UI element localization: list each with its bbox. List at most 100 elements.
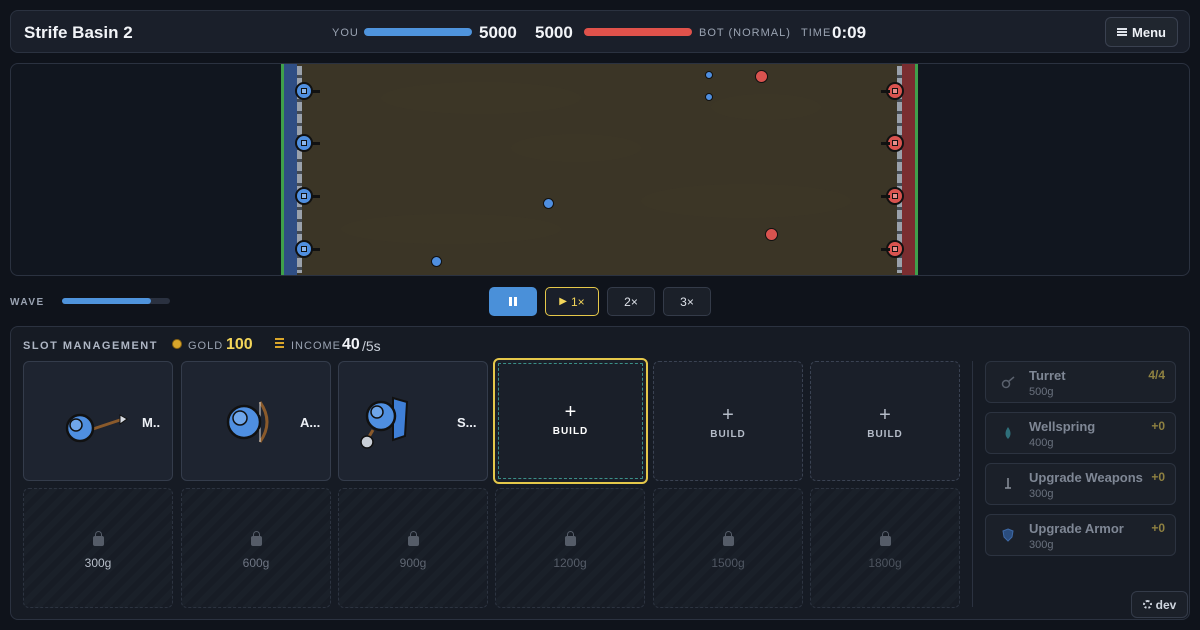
unit-slot-name: A... <box>300 415 321 430</box>
income-coins-icon <box>275 338 284 350</box>
income-unit: /5s <box>362 338 381 354</box>
build-slot[interactable]: + BUILD <box>653 361 803 481</box>
locked-slot[interactable]: 300g <box>23 488 173 608</box>
player-unit <box>431 256 442 267</box>
unlock-price: 1200g <box>553 556 587 570</box>
bot-health-bar <box>584 28 692 36</box>
upgrade-name: Upgrade Armor <box>1029 521 1124 536</box>
unit-slot-spear[interactable]: M.. <box>23 361 173 481</box>
unlock-price: 1800g <box>868 556 902 570</box>
upgrade-turret[interactable]: Turret 500g 4/4 <box>985 361 1176 403</box>
bot-turret <box>881 134 904 152</box>
speed-2x-button[interactable]: 2× <box>607 287 655 316</box>
pause-button[interactable] <box>489 287 537 316</box>
build-slot[interactable]: + BUILD <box>810 361 960 481</box>
player-unit <box>543 198 554 209</box>
you-label: YOU <box>332 27 359 39</box>
water-drop-icon <box>1005 427 1011 439</box>
unit-slot-archer[interactable]: A... <box>181 361 331 481</box>
lock-icon <box>565 531 576 546</box>
build-slot-selected[interactable]: + BUILD <box>493 358 648 484</box>
lock-icon <box>723 531 734 546</box>
battlefield[interactable] <box>281 64 918 275</box>
speed-1x-label: 1× <box>571 294 585 309</box>
upgrade-cost: 300g <box>1029 488 1054 500</box>
dev-button[interactable]: dev <box>1131 591 1188 618</box>
plus-icon: + <box>879 404 891 426</box>
shield-mace-unit-icon <box>360 396 409 449</box>
bot-hp-value: 5000 <box>535 23 573 42</box>
locked-slot[interactable]: 1800g <box>810 488 960 608</box>
speed-1x-button[interactable]: ▶ 1× <box>545 287 599 316</box>
player-turret <box>295 82 320 100</box>
income-label: INCOME <box>291 340 341 352</box>
bot-turret <box>881 240 904 258</box>
you-health-bar <box>364 28 472 36</box>
locked-slot[interactable]: 1200g <box>495 488 645 608</box>
player-unit <box>705 93 713 101</box>
plus-icon: + <box>722 404 734 426</box>
unlock-price: 900g <box>399 556 427 570</box>
upgrade-name: Wellspring <box>1029 419 1096 434</box>
upgrade-badge: +0 <box>1151 419 1165 433</box>
upgrade-wellspring[interactable]: Wellspring 400g +0 <box>985 412 1176 454</box>
slot-management-title: SLOT MANAGEMENT <box>23 340 158 352</box>
unit-slot-shield[interactable]: S... <box>338 361 488 481</box>
locked-slot[interactable]: 600g <box>181 488 331 608</box>
unit-slot-name: M.. <box>142 415 161 430</box>
upgrade-weapons[interactable]: Upgrade Weapons 300g +0 <box>985 463 1176 505</box>
upgrade-badge: 4/4 <box>1148 368 1165 382</box>
unit-slot-name: S... <box>457 415 477 430</box>
sword-icon <box>1005 478 1011 489</box>
wave-progress-fill <box>62 298 151 304</box>
upgrade-cost: 500g <box>1029 386 1054 398</box>
speed-3x-button[interactable]: 3× <box>663 287 711 316</box>
plus-icon: + <box>564 401 577 423</box>
time-value: 0:09 <box>832 23 867 42</box>
upgrade-cost: 400g <box>1029 437 1054 449</box>
build-label: BUILD <box>552 426 589 437</box>
lock-icon <box>251 531 262 546</box>
upgrade-cost: 300g <box>1029 539 1054 551</box>
player-turret <box>295 134 320 152</box>
unlock-price: 300g <box>84 556 112 570</box>
dev-label: dev <box>1155 597 1177 612</box>
bot-turret <box>881 187 904 205</box>
spear-unit-icon <box>65 413 128 443</box>
turret-icon <box>1001 376 1015 389</box>
play-icon: ▶ <box>559 296 567 307</box>
top-bar: Strife Basin 2 YOU 5000 5000 BOT (NORMAL… <box>10 10 1190 53</box>
build-label: BUILD <box>867 429 903 440</box>
wave-label: WAVE <box>10 297 45 308</box>
upgrade-badge: +0 <box>1151 470 1165 484</box>
hamburger-icon <box>1117 28 1128 36</box>
gold-coin-icon <box>172 339 182 349</box>
bot-wall <box>902 64 918 275</box>
player-turret <box>295 240 320 258</box>
archer-unit-icon <box>226 401 269 443</box>
gold-label: GOLD <box>188 340 224 352</box>
pause-icon <box>509 297 517 306</box>
lock-icon <box>880 531 891 546</box>
locked-slot[interactable]: 1500g <box>653 488 803 608</box>
unlock-price: 1500g <box>711 556 745 570</box>
you-hp-value: 5000 <box>479 23 517 42</box>
panel-divider <box>972 361 973 607</box>
player-wall <box>281 64 297 275</box>
time-label: TIME <box>801 27 832 39</box>
gold-value: 100 <box>226 336 253 353</box>
bot-turret <box>881 82 904 100</box>
menu-button[interactable]: Menu <box>1105 17 1178 47</box>
income-value: 40 <box>342 336 360 353</box>
lock-icon <box>408 531 419 546</box>
shield-icon <box>1002 528 1014 542</box>
bot-unit <box>765 228 778 241</box>
gear-icon <box>1142 600 1152 609</box>
upgrade-badge: +0 <box>1151 521 1165 535</box>
wave-progress-bar <box>62 298 170 304</box>
menu-label: Menu <box>1132 24 1166 40</box>
upgrade-armor[interactable]: Upgrade Armor 300g +0 <box>985 514 1176 556</box>
upgrade-name: Turret <box>1029 368 1066 383</box>
unlock-price: 600g <box>242 556 270 570</box>
locked-slot[interactable]: 900g <box>338 488 488 608</box>
